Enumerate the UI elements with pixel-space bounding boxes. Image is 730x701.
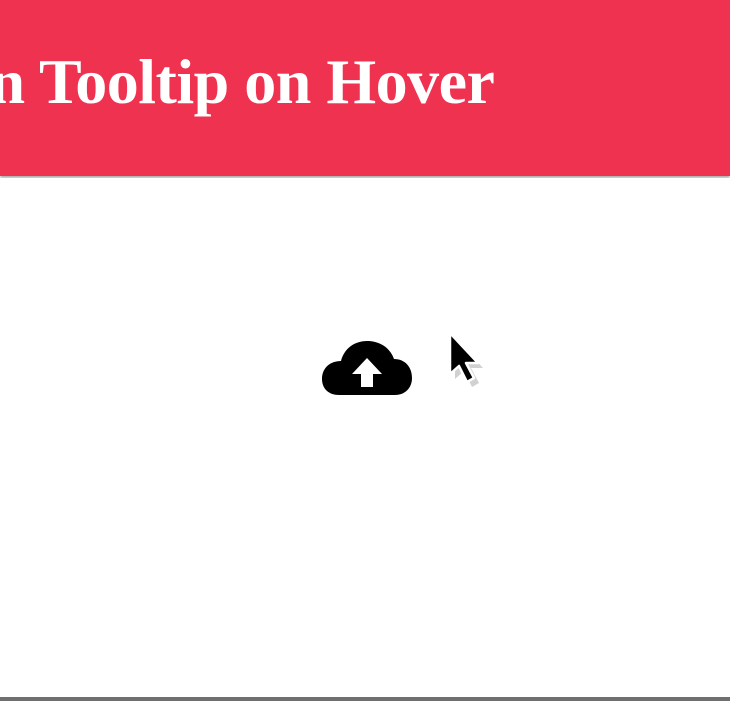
bottom-border xyxy=(0,697,730,701)
cloud-upload-icon xyxy=(322,341,412,395)
cloud-upload-button[interactable] xyxy=(321,337,413,399)
page-title: gn Tooltip on Hover xyxy=(0,46,495,117)
content-area xyxy=(0,178,730,697)
mouse-pointer-icon xyxy=(446,329,484,389)
page: gn Tooltip on Hover xyxy=(0,0,730,701)
page-header: gn Tooltip on Hover xyxy=(0,0,730,176)
